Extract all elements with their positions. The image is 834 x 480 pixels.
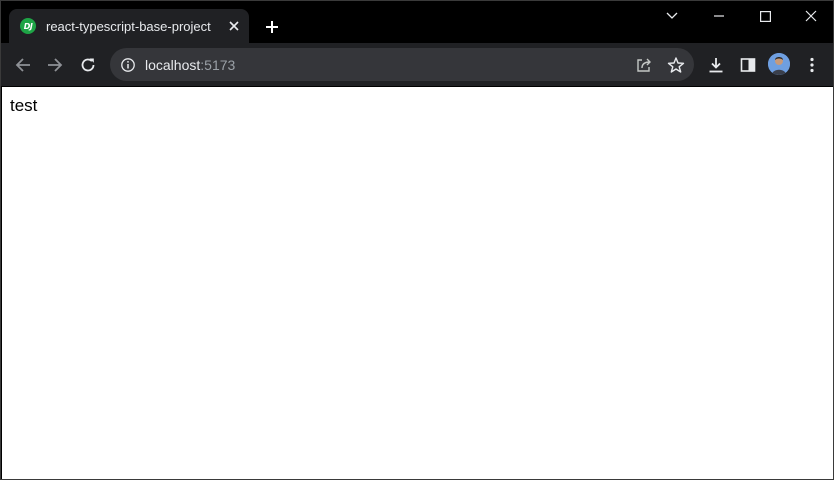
- plus-icon: [266, 21, 278, 33]
- close-icon: [805, 10, 817, 22]
- site-info-button[interactable]: [120, 57, 136, 73]
- share-icon: [637, 58, 651, 72]
- side-panel-icon: [740, 58, 756, 72]
- reload-icon: [81, 58, 95, 72]
- new-tab-button[interactable]: [259, 14, 285, 40]
- minimize-icon: [714, 15, 724, 17]
- minimize-button[interactable]: [696, 1, 742, 31]
- arrow-left-icon: [15, 58, 30, 72]
- back-button[interactable]: [9, 51, 37, 79]
- menu-button[interactable]: [798, 51, 826, 79]
- maximize-button[interactable]: [742, 1, 788, 31]
- forward-button[interactable]: [41, 51, 69, 79]
- address-bar[interactable]: localhost:5173: [110, 48, 694, 81]
- arrow-right-icon: [48, 58, 63, 72]
- kebab-menu-icon: [810, 57, 814, 73]
- reload-button[interactable]: [74, 51, 102, 79]
- url-port: :5173: [200, 57, 236, 73]
- window-close-button[interactable]: [788, 1, 834, 31]
- page-viewport: test: [2, 87, 833, 479]
- tab-active[interactable]: DJ react-typescript-base-project: [9, 9, 249, 43]
- avatar[interactable]: [768, 53, 790, 75]
- bookmark-button[interactable]: [667, 56, 685, 74]
- tab-title: react-typescript-base-project: [46, 18, 211, 34]
- downloads-button[interactable]: [702, 51, 730, 79]
- page-body-text: test: [10, 96, 38, 115]
- tab-favicon: DJ: [20, 18, 36, 34]
- tab-search-button[interactable]: [649, 1, 695, 31]
- url-host: localhost: [145, 57, 201, 73]
- tab-strip: DJ react-typescript-base-project: [1, 1, 833, 43]
- side-panel-button[interactable]: [734, 51, 762, 79]
- tab-close-button[interactable]: [225, 17, 243, 35]
- browser-window: DJ react-typescript-base-project localho…: [0, 0, 834, 480]
- maximize-icon: [759, 10, 771, 22]
- url-text: localhost:5173: [145, 57, 235, 73]
- download-icon: [709, 58, 723, 73]
- browser-toolbar: localhost:5173: [1, 43, 833, 86]
- profile-photo: [768, 53, 790, 75]
- info-icon: [121, 58, 135, 72]
- close-icon: [229, 21, 239, 31]
- star-icon: [667, 57, 685, 73]
- share-button[interactable]: [635, 56, 653, 74]
- chevron-down-icon: [666, 12, 678, 19]
